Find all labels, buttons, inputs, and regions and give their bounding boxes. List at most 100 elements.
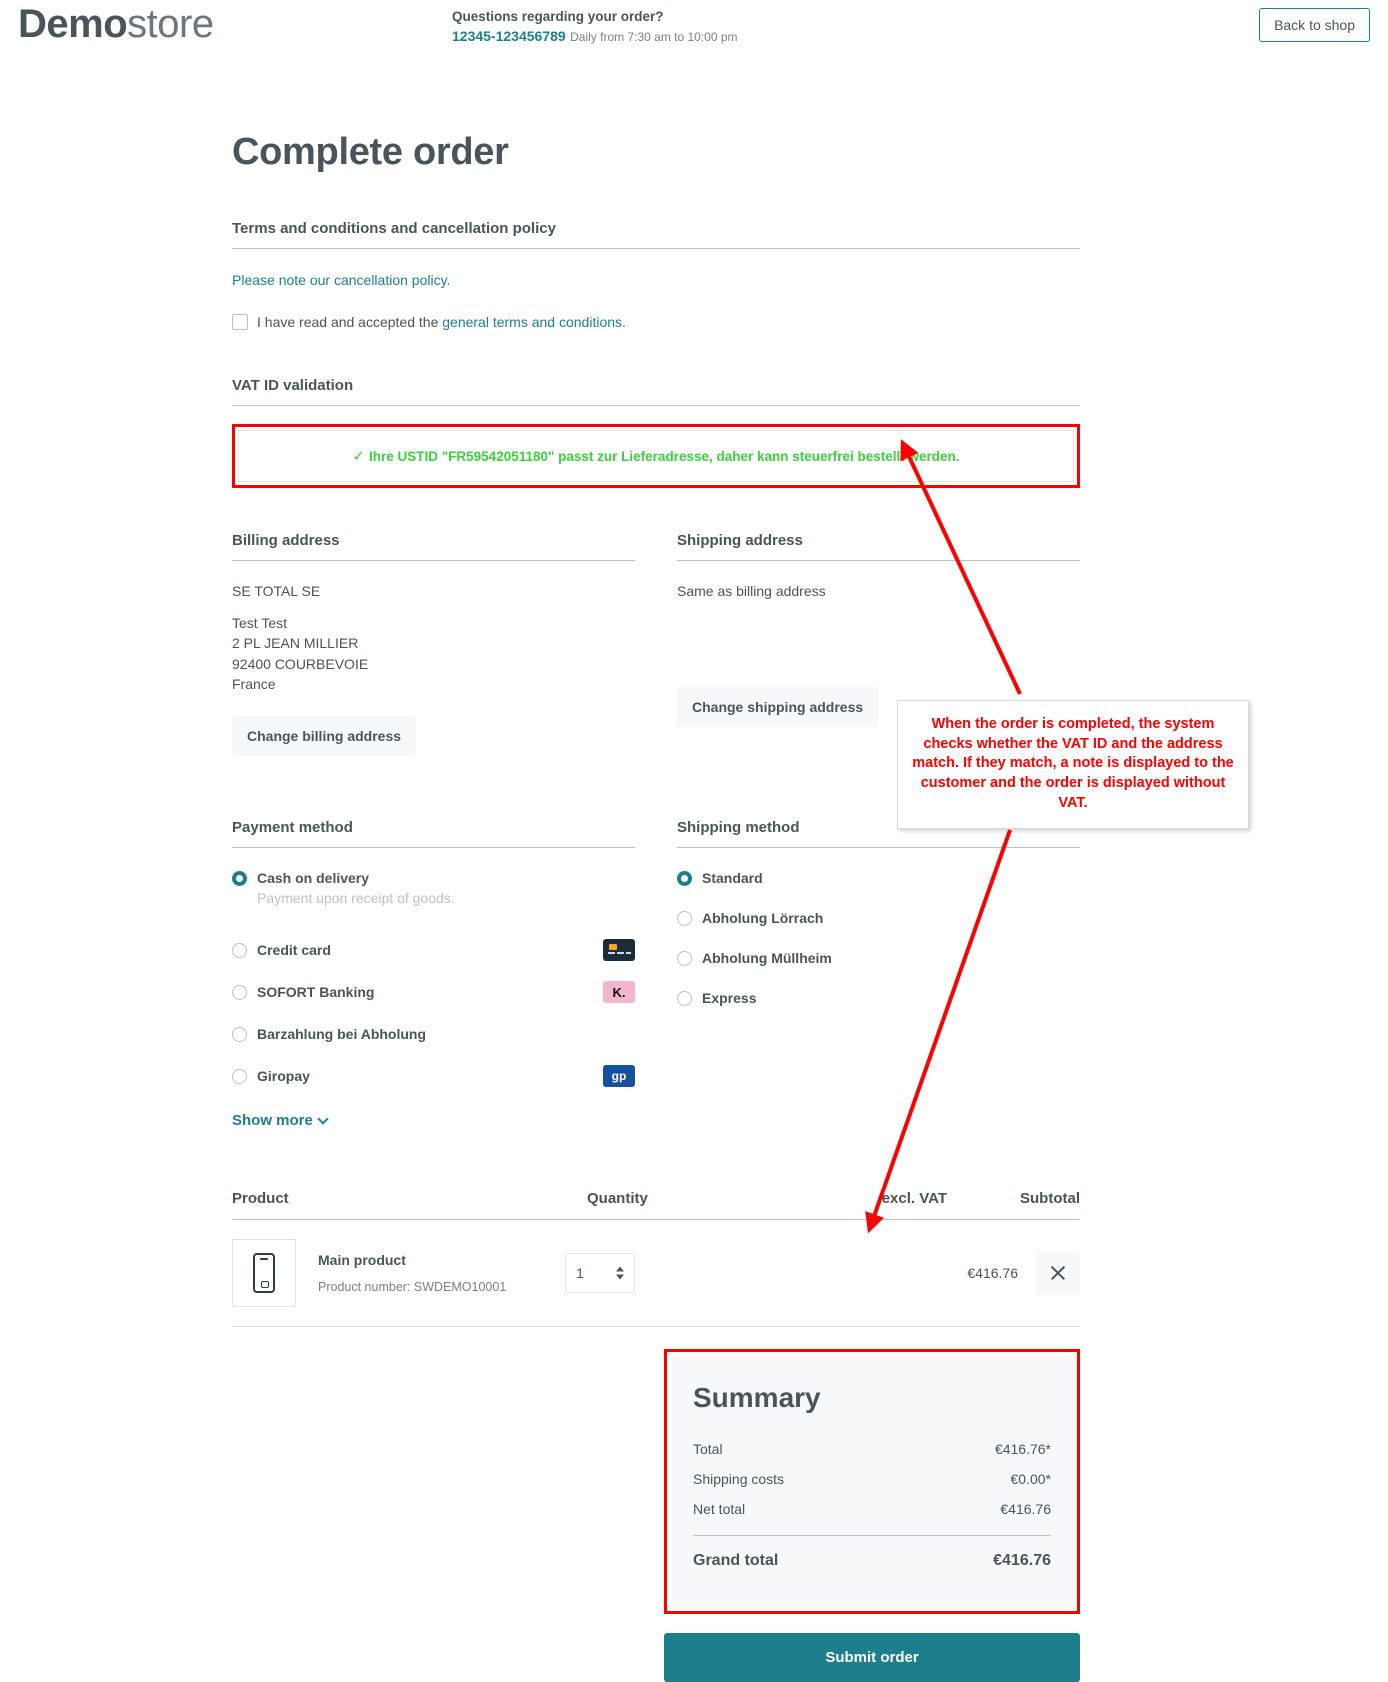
contact-question: Questions regarding your order? [452, 9, 664, 24]
shipping-label-1: Abholung Lörrach [702, 910, 824, 927]
payment-option-credit-card[interactable]: Credit card [232, 939, 635, 962]
submit-order-button[interactable]: Submit order [664, 1633, 1080, 1682]
radio-credit-card[interactable] [232, 942, 247, 958]
summary-label-grand-total: Grand total [693, 1552, 779, 1570]
summary-value-net-total: €416.76 [1000, 1501, 1051, 1518]
quantity-value: 1 [576, 1265, 584, 1282]
radio-giropay[interactable] [232, 1068, 247, 1084]
column-product: Product [232, 1190, 289, 1208]
contact-hours: Daily from 7:30 am to 10:00 pm [570, 30, 738, 45]
summary-row-net-total: Net total €416.76 [693, 1494, 1051, 1524]
checkout-main: Complete order Terms and conditions and … [232, 131, 1080, 1682]
klarna-icon: K. [603, 981, 635, 1004]
column-excl-vat: excl. VAT [881, 1190, 947, 1208]
payment-label-1: Credit card [257, 942, 331, 959]
vat-heading: VAT ID validation [232, 377, 1080, 406]
logo-light: store [127, 2, 214, 46]
terms-accept-checkbox[interactable] [232, 314, 248, 330]
product-info: Main product Product number: SWDEMO10001 [318, 1252, 565, 1294]
summary-label-net-total: Net total [693, 1501, 746, 1518]
radio-abholung-loerrach[interactable] [677, 910, 692, 926]
billing-address-block: Billing address SE TOTAL SE Test Test 2 … [232, 532, 635, 757]
radio-cash-on-delivery[interactable] [232, 870, 247, 886]
payment-option-cash-on-delivery[interactable]: Cash on delivery [232, 870, 635, 886]
vat-success-alert: ✓ Ihre USTID "FR59542051180" passt zur Li… [238, 430, 1074, 482]
summary-value-total: €416.76* [994, 1441, 1051, 1458]
shipping-option-express[interactable]: Express [677, 990, 1080, 1006]
payment-method-heading: Payment method [232, 819, 635, 849]
billing-line-4: France [232, 675, 276, 692]
radio-standard[interactable] [677, 870, 692, 886]
product-name[interactable]: Main product [318, 1252, 565, 1268]
radio-express[interactable] [677, 990, 692, 1006]
payment-option-barzahlung[interactable]: Barzahlung bei Abholung [232, 1026, 635, 1042]
shipping-option-abholung-loerrach[interactable]: Abholung Lörrach [677, 910, 1080, 926]
summary-row-total: Total €416.76* [693, 1434, 1051, 1464]
show-more-payment-button[interactable]: Show more [232, 1112, 329, 1129]
vat-success-message: Ihre USTID "FR59542051180" passt zur Lie… [369, 449, 960, 464]
vat-validation-section: VAT ID validation ✓ Ihre USTID "FR5954205… [232, 377, 1080, 488]
radio-barzahlung[interactable] [232, 1026, 247, 1042]
annotation-text: When the order is completed, the system … [912, 716, 1234, 811]
payment-label-3: Barzahlung bei Abholung [257, 1026, 427, 1043]
credit-card-icon [603, 939, 635, 962]
summary-label-shipping: Shipping costs [693, 1471, 785, 1488]
terms-accept-suffix: . [622, 314, 626, 330]
radio-sofort-banking[interactable] [232, 984, 247, 1000]
giropay-icon: gp [603, 1065, 635, 1088]
annotation-callout: When the order is completed, the system … [897, 700, 1249, 829]
cancellation-policy: Please note our cancellation policy. [232, 272, 1080, 288]
logo[interactable]: Demostore [18, 2, 214, 46]
payment-method-block: Payment method Cash on delivery Payment … [232, 819, 635, 1130]
vat-highlight-box: ✓ Ihre USTID "FR59542051180" passt zur Li… [232, 424, 1080, 488]
shipping-method-block: Shipping method Standard Abholung Lörrac… [677, 819, 1080, 1130]
shipping-option-abholung-muellheim[interactable]: Abholung Müllheim [677, 950, 1080, 966]
general-terms-link[interactable]: general terms and conditions [442, 314, 622, 330]
summary-title: Summary [693, 1382, 821, 1414]
product-thumbnail [232, 1239, 296, 1308]
change-shipping-address-button[interactable]: Change shipping address [677, 687, 879, 727]
payment-label-2: SOFORT Banking [257, 984, 375, 1001]
payment-option-giropay[interactable]: Giropay gp [232, 1065, 635, 1088]
summary-highlight-box: Summary Total €416.76* Shipping costs €0… [664, 1349, 1080, 1615]
back-to-shop-button[interactable]: Back to shop [1259, 8, 1370, 42]
billing-address-heading: Billing address [232, 532, 635, 561]
payment-label-4: Giropay [257, 1068, 310, 1085]
stepper-arrows-icon[interactable] [616, 1266, 625, 1280]
summary-divider: Grand total €416.76 [693, 1535, 1051, 1577]
payment-sub-0: Payment upon receipt of goods. [257, 890, 455, 907]
terms-section: Terms and conditions and cancellation po… [232, 220, 1080, 330]
check-icon: ✓ [352, 448, 365, 465]
payment-option-sofort-banking[interactable]: SOFORT Banking K. [232, 981, 635, 1004]
shipping-same-as-billing: Same as billing address [677, 583, 826, 599]
terms-accept-label: I have read and accepted the general ter… [257, 314, 626, 330]
subtotal-value: €416.76 [967, 1265, 1018, 1282]
summary-value-shipping: €0.00* [1010, 1471, 1051, 1488]
billing-address-lines: Test Test 2 PL JEAN MILLIER 92400 COURBE… [232, 613, 635, 694]
quantity-stepper[interactable]: 1 [565, 1253, 636, 1294]
methods-section: Payment method Cash on delivery Payment … [232, 819, 1080, 1130]
remove-item-button[interactable] [1036, 1251, 1080, 1296]
shipping-address-heading: Shipping address [677, 532, 1080, 561]
summary-row-grand-total: Grand total €416.76 [693, 1544, 1051, 1577]
contact-phone[interactable]: 12345-123456789 [452, 28, 566, 44]
terms-heading: Terms and conditions and cancellation po… [232, 220, 1080, 249]
summary-row-shipping: Shipping costs €0.00* [693, 1464, 1051, 1494]
cancellation-policy-link[interactable]: Please note our cancellation policy. [232, 272, 450, 288]
quantity-cell: 1 [565, 1253, 749, 1294]
billing-line-2: 2 PL JEAN MILLIER [232, 635, 359, 652]
chevron-down-icon [317, 1113, 329, 1125]
billing-line-1: Test Test [232, 615, 287, 631]
contact-info: Questions regarding your order? 12345-12… [452, 8, 738, 48]
shipping-option-standard[interactable]: Standard [677, 870, 1080, 886]
page-title: Complete order [232, 131, 509, 173]
terms-accept-prefix: I have read and accepted the [257, 314, 443, 330]
change-billing-address-button[interactable]: Change billing address [232, 716, 417, 757]
terms-accept-row: I have read and accepted the general ter… [232, 314, 1080, 330]
summary-value-grand-total: €416.76 [993, 1552, 1051, 1570]
product-number: Product number: SWDEMO10001 [318, 1280, 507, 1295]
radio-abholung-muellheim[interactable] [677, 950, 692, 966]
site-header: Demostore Questions regarding your order… [0, 0, 1388, 56]
cart-table: Product Quantity excl. VAT Subtotal Main… [232, 1190, 1080, 1328]
smartphone-icon [253, 1253, 275, 1294]
